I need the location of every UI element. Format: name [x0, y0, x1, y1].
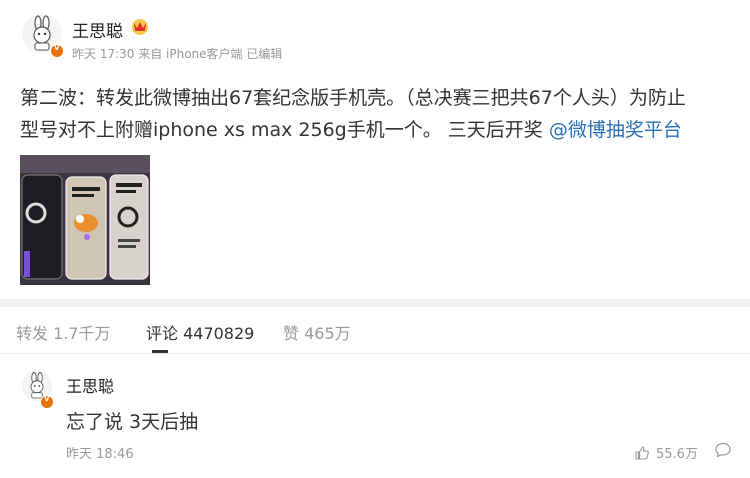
post-image[interactable] — [20, 155, 150, 285]
tab-likes[interactable]: 赞 465万 — [283, 320, 351, 344]
crown-icon — [132, 19, 148, 35]
post-tabs: 转发 1.7千万 评论 4470829 赞 465万 — [0, 307, 750, 354]
verified-badge-icon — [40, 393, 54, 409]
post-author-name[interactable]: 王思聪 — [72, 17, 123, 42]
weibo-post: 王思聪 昨天 17:30 来自 iPhone客户端 已编辑 第二波：转发此微博抽… — [0, 0, 750, 300]
active-tab-indicator — [152, 350, 168, 353]
like-count: 55.6万 — [656, 447, 698, 462]
tab-reposts[interactable]: 转发 1.7千万 — [16, 320, 111, 344]
post-content: 第二波：转发此微博抽出67套纪念版手机壳。（总决赛三把共67个人头）为防止 型号… — [20, 82, 735, 146]
reply-comment-icon[interactable] — [714, 441, 732, 459]
thumbs-up-icon — [635, 445, 649, 460]
like-button[interactable]: 55.6万 — [634, 443, 698, 462]
verified-badge-icon — [50, 42, 64, 58]
tab-comments[interactable]: 评论 4470829 — [146, 320, 254, 344]
comment-time: 昨天 18:46 — [66, 447, 134, 462]
mention-link[interactable]: @微博抽奖平台 — [549, 119, 682, 141]
section-divider — [0, 299, 750, 307]
post-content-line-2: 型号对不上附赠iphone xs max 256g手机一个。 三天后开奖 — [20, 119, 549, 141]
comment-item: 王思聪 忘了说 3天后抽 昨天 18:46 55.6万 — [0, 355, 750, 478]
comment-author-name[interactable]: 王思聪 — [66, 373, 114, 397]
post-content-line-1: 第二波：转发此微博抽出67套纪念版手机壳。（总决赛三把共67个人头）为防止 — [20, 87, 686, 109]
post-meta: 昨天 17:30 来自 iPhone客户端 已编辑 — [72, 47, 283, 61]
comment-text: 忘了说 3天后抽 — [66, 411, 199, 433]
phone-cases-image — [20, 155, 150, 285]
